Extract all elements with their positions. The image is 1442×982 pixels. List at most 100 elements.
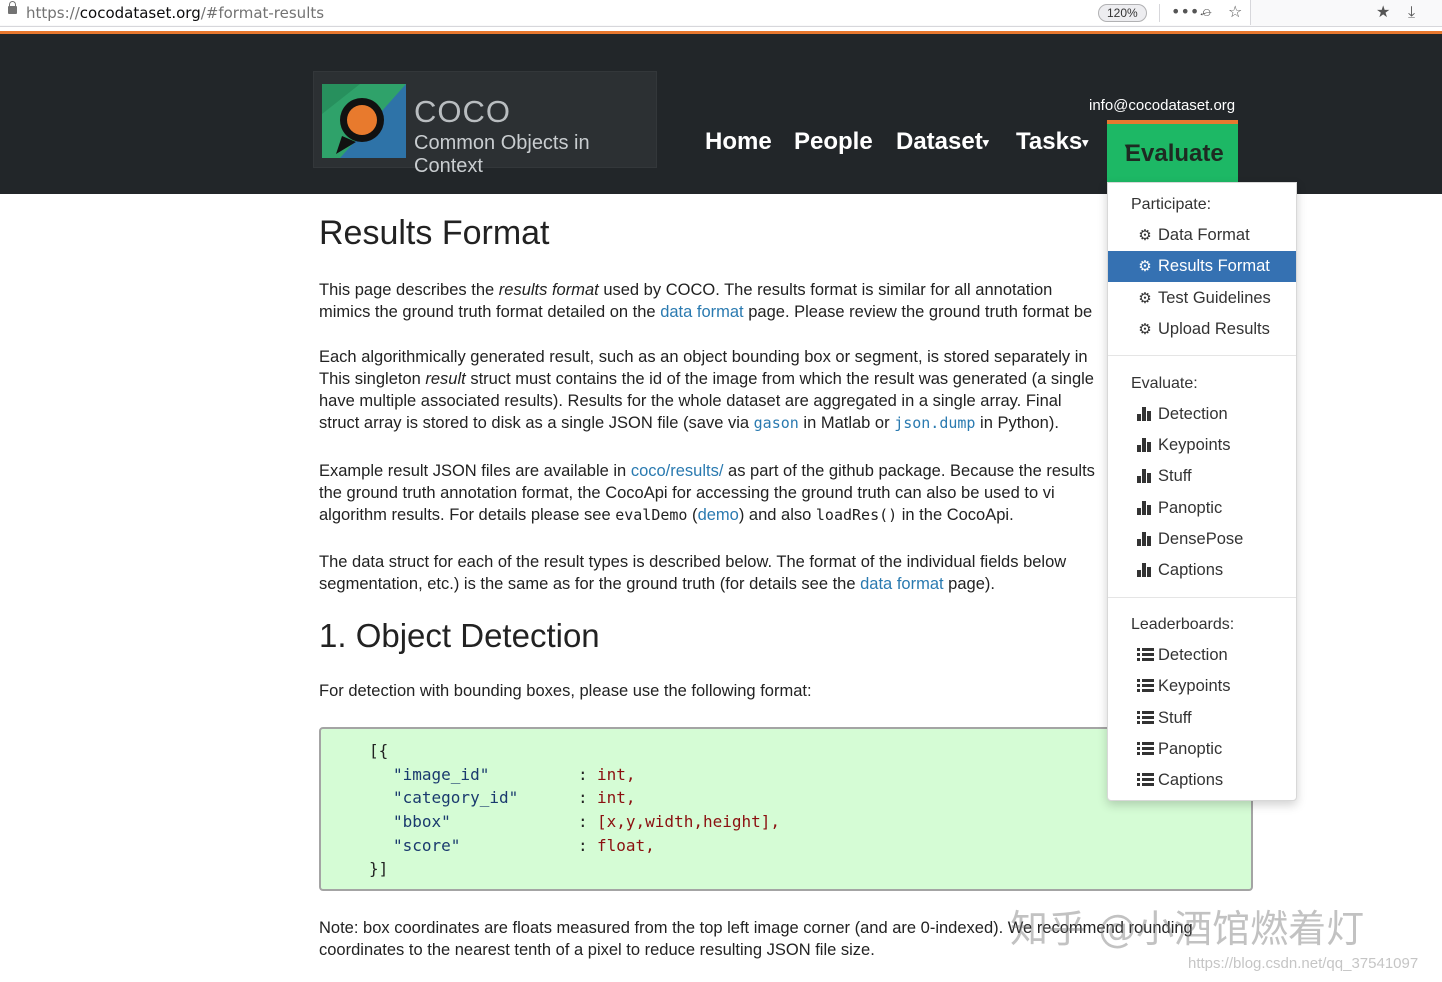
gear-icon: ⚙ bbox=[1138, 289, 1152, 307]
menu-item-test-guidelines[interactable]: ⚙ Test Guidelines bbox=[1108, 283, 1296, 314]
code-key: "score" bbox=[393, 836, 461, 855]
watermark-url: https://blog.csdn.net/qq_37541097 bbox=[1188, 955, 1419, 972]
menu-item-label: Test Guidelines bbox=[1158, 289, 1271, 307]
menu-item-eval-stuff[interactable]: Stuff bbox=[1108, 461, 1296, 492]
list-icon bbox=[1136, 640, 1154, 671]
coco-logo[interactable]: COCO Common Objects in Context bbox=[313, 71, 657, 177]
menu-item-lb-keypoints[interactable]: Keypoints bbox=[1108, 671, 1296, 702]
dropdown-header-evaluate: Evaluate: bbox=[1131, 375, 1198, 392]
bar-chart-icon bbox=[1136, 555, 1154, 586]
menu-item-label: Upload Results bbox=[1158, 320, 1270, 338]
lock-icon bbox=[8, 1, 17, 14]
data-format-link-2[interactable]: data format bbox=[860, 575, 943, 593]
menu-item-label: Detection bbox=[1158, 405, 1228, 423]
url-text[interactable]: https://cocodataset.org/#format-results bbox=[26, 4, 324, 22]
coco-results-link[interactable]: coco/results/ bbox=[631, 462, 724, 480]
code-colon: : bbox=[578, 788, 588, 807]
menu-item-eval-captions[interactable]: Captions bbox=[1108, 555, 1296, 586]
nav-home[interactable]: Home bbox=[705, 128, 772, 156]
code-open: [{ bbox=[369, 741, 389, 760]
library-icon[interactable]: ★ bbox=[1376, 3, 1390, 21]
bar-chart-icon bbox=[1136, 524, 1154, 555]
bar-chart-icon bbox=[1136, 461, 1154, 492]
menu-item-eval-densepose[interactable]: DensePose bbox=[1108, 524, 1296, 555]
browser-toolbar: https://cocodataset.org/#format-results … bbox=[0, 0, 1442, 27]
section-title-object-detection: 1. Object Detection bbox=[319, 617, 600, 654]
menu-item-label: Panoptic bbox=[1158, 499, 1223, 517]
nav-tasks-label: Tasks bbox=[1016, 128, 1083, 155]
menu-item-data-format[interactable]: ⚙ Data Format bbox=[1108, 220, 1296, 251]
list-icon bbox=[1136, 703, 1154, 734]
menu-item-eval-detection[interactable]: Detection bbox=[1108, 399, 1296, 430]
menu-item-label: Panoptic bbox=[1158, 740, 1223, 758]
menu-item-eval-panoptic[interactable]: Panoptic bbox=[1108, 493, 1296, 524]
nav-evaluate-label: Evaluate bbox=[1125, 140, 1224, 167]
menu-item-label: DensePose bbox=[1158, 530, 1244, 548]
menu-item-label: Stuff bbox=[1158, 467, 1192, 485]
code-key: "image_id" bbox=[393, 765, 490, 784]
code-key: "bbox" bbox=[393, 812, 451, 831]
menu-item-label: Data Format bbox=[1158, 226, 1250, 244]
menu-item-eval-keypoints[interactable]: Keypoints bbox=[1108, 430, 1296, 461]
menu-item-lb-captions[interactable]: Captions bbox=[1108, 765, 1296, 796]
dropdown-divider bbox=[1108, 597, 1296, 598]
logo-subtitle: Common Objects in Context bbox=[414, 132, 590, 177]
caret-down-icon: ▾ bbox=[982, 135, 989, 150]
pocket-icon[interactable]: ⌮ bbox=[1200, 3, 1212, 21]
list-icon bbox=[1136, 765, 1154, 796]
menu-item-lb-stuff[interactable]: Stuff bbox=[1108, 703, 1296, 734]
nav-evaluate[interactable]: Evaluate ▾ bbox=[1107, 120, 1238, 182]
contact-email-link[interactable]: info@cocodataset.org bbox=[1089, 97, 1235, 114]
bookmark-star-icon[interactable]: ☆ bbox=[1228, 3, 1242, 21]
bar-chart-icon bbox=[1136, 399, 1154, 430]
code-value: int, bbox=[597, 765, 636, 784]
code-close: }] bbox=[369, 859, 389, 878]
coco-logo-mark-icon bbox=[322, 84, 406, 158]
bar-chart-icon bbox=[1136, 430, 1154, 461]
demo-link[interactable]: demo bbox=[698, 506, 739, 524]
list-icon bbox=[1136, 734, 1154, 765]
menu-item-lb-detection[interactable]: Detection bbox=[1108, 640, 1296, 671]
gear-icon: ⚙ bbox=[1138, 226, 1152, 244]
code-value: [x,y,width,height], bbox=[597, 812, 781, 831]
code-colon: : bbox=[578, 812, 588, 831]
nav-dataset[interactable]: Dataset▾ bbox=[896, 128, 989, 156]
caret-down-icon: ▾ bbox=[1125, 140, 1132, 154]
zoom-indicator[interactable]: 120% bbox=[1098, 4, 1147, 22]
gason-link[interactable]: gason bbox=[754, 414, 799, 432]
dropdown-header-leaderboards: Leaderboards: bbox=[1131, 616, 1235, 633]
menu-item-label: Detection bbox=[1158, 646, 1228, 664]
page-title: Results Format bbox=[319, 214, 550, 252]
json-dump-link[interactable]: json.dump bbox=[894, 414, 975, 432]
menu-item-label: Captions bbox=[1158, 561, 1224, 579]
data-format-link[interactable]: data format bbox=[660, 303, 743, 321]
code-colon: : bbox=[578, 836, 588, 855]
dropdown-divider bbox=[1108, 355, 1296, 356]
gear-icon: ⚙ bbox=[1138, 257, 1152, 275]
code-colon: : bbox=[578, 765, 588, 784]
menu-item-label: Keypoints bbox=[1158, 436, 1231, 454]
evaluate-dropdown-menu: Participate: ⚙ Data Format ⚙ Results Forma… bbox=[1107, 182, 1297, 801]
more-actions-icon[interactable]: ••• bbox=[1171, 3, 1199, 21]
nav-dataset-label: Dataset bbox=[896, 128, 983, 155]
toolbar-divider bbox=[1159, 4, 1160, 22]
download-icon[interactable]: ⤓ bbox=[1408, 3, 1415, 21]
bar-chart-icon bbox=[1136, 493, 1154, 524]
code-value: float, bbox=[597, 836, 655, 855]
menu-item-results-format[interactable]: ⚙ Results Format bbox=[1108, 251, 1296, 282]
list-icon bbox=[1136, 671, 1154, 702]
menu-item-label: Stuff bbox=[1158, 709, 1192, 727]
menu-item-label: Keypoints bbox=[1158, 677, 1231, 695]
menu-item-label: Results Format bbox=[1158, 257, 1270, 275]
address-bar[interactable]: https://cocodataset.org/#format-results … bbox=[0, 0, 1251, 25]
code-value: int, bbox=[597, 788, 636, 807]
gear-icon: ⚙ bbox=[1138, 320, 1152, 338]
logo-title: COCO bbox=[414, 94, 511, 129]
nav-tasks[interactable]: Tasks▾ bbox=[1016, 128, 1088, 156]
code-key: "category_id" bbox=[393, 788, 519, 807]
menu-item-lb-panoptic[interactable]: Panoptic bbox=[1108, 734, 1296, 765]
dropdown-header-participate: Participate: bbox=[1131, 196, 1212, 213]
menu-item-upload-results[interactable]: ⚙ Upload Results bbox=[1108, 314, 1296, 345]
menu-item-label: Captions bbox=[1158, 771, 1224, 789]
nav-people[interactable]: People bbox=[794, 128, 873, 156]
